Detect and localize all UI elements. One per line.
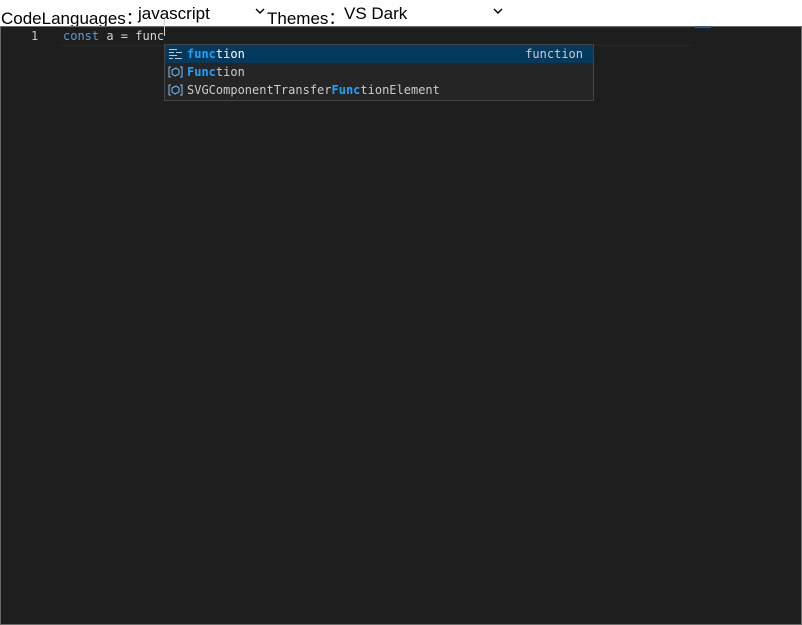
keyword-snippet-icon	[169, 49, 182, 59]
suggestion-detail: function	[525, 47, 583, 61]
code-line[interactable]: const a = func	[63, 29, 164, 43]
code-text: a = func	[99, 29, 165, 43]
toolbar: CodeLanguages： javascript Themes： VS Dar…	[0, 0, 802, 28]
code-editor[interactable]: 1 const a = func	[0, 26, 802, 625]
suggestion-item[interactable]: function function	[165, 45, 593, 63]
overview-ruler-mark	[695, 26, 711, 28]
suggestion-label: function	[187, 47, 245, 61]
chevron-down-icon	[493, 8, 503, 14]
suggestion-item[interactable]: Function	[165, 63, 593, 81]
code-keyword: const	[63, 29, 100, 43]
variable-icon	[168, 66, 183, 78]
variable-icon	[168, 84, 183, 96]
line-number: 1	[31, 29, 39, 43]
suggestion-item[interactable]: SVGComponentTransferFunctionElement	[165, 81, 593, 99]
suggestion-label: Function	[187, 65, 245, 79]
suggest-widget: function function Function SVGComponentT…	[164, 44, 594, 101]
language-select-value: javascript	[138, 4, 210, 23]
suggestion-label: SVGComponentTransferFunctionElement	[187, 83, 440, 97]
theme-select-value: VS Dark	[344, 4, 408, 23]
chevron-down-icon	[255, 8, 265, 14]
text-cursor	[164, 19, 165, 36]
